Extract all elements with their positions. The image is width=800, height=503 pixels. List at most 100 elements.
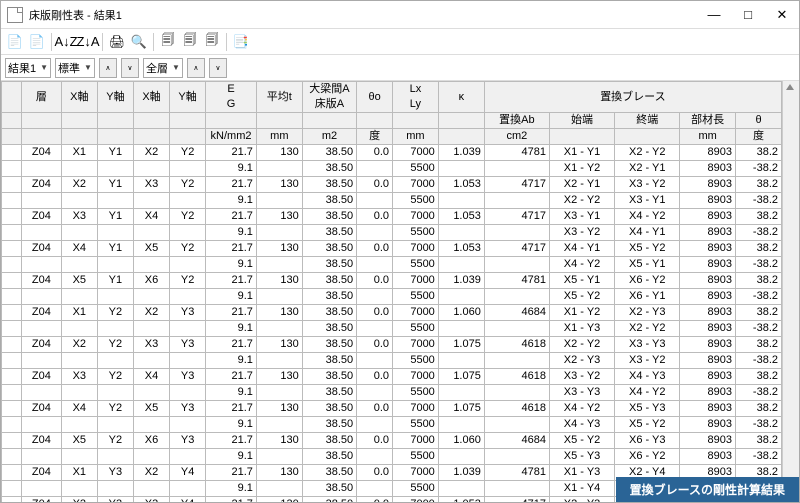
- cell: 4684: [484, 305, 549, 321]
- cell: 38.50: [302, 497, 356, 503]
- cell: [21, 353, 61, 369]
- table-row[interactable]: 9.138.505500X2 - Y2X3 - Y18903-38.2: [2, 193, 782, 209]
- spin-down-1[interactable]: ∨: [121, 58, 139, 78]
- table-row[interactable]: Z04X5Y2X6Y321.713038.500.070001.0604684X…: [2, 433, 782, 449]
- cell: [133, 385, 169, 401]
- cell: [484, 225, 549, 241]
- close-button[interactable]: ✕: [765, 1, 799, 29]
- table-row[interactable]: Z04X4Y1X5Y221.713038.500.070001.0534717X…: [2, 241, 782, 257]
- minimize-button[interactable]: —: [697, 1, 731, 29]
- toolbar-button[interactable]: 📑: [231, 32, 251, 52]
- cell: 38.2: [736, 241, 782, 257]
- cell: X4: [133, 209, 169, 225]
- result-select[interactable]: 結果1▼: [5, 58, 51, 78]
- column-header: [256, 113, 302, 129]
- cell: 1.053: [438, 497, 484, 503]
- column-header: EG: [206, 82, 257, 113]
- cell: [97, 225, 133, 241]
- spin-down-2[interactable]: ∨: [209, 58, 227, 78]
- cell: 21.7: [206, 305, 257, 321]
- column-header: X軸: [61, 82, 97, 113]
- cell: [97, 257, 133, 273]
- cell: 38.50: [302, 321, 356, 337]
- cell: [170, 193, 206, 209]
- table-row[interactable]: Z04X3Y2X4Y321.713038.500.070001.0754618X…: [2, 369, 782, 385]
- cell: Z04: [21, 305, 61, 321]
- table-row[interactable]: Z04X1Y1X2Y221.713038.500.070001.0394781X…: [2, 145, 782, 161]
- cell: 38.50: [302, 257, 356, 273]
- cell: 38.2: [736, 369, 782, 385]
- table-row[interactable]: Z04X2Y2X3Y321.713038.500.070001.0754618X…: [2, 337, 782, 353]
- column-header: mm: [680, 129, 736, 145]
- toolbar-button[interactable]: 🗐: [180, 32, 200, 52]
- column-header: mm: [256, 129, 302, 145]
- cell: [61, 257, 97, 273]
- cell: 38.50: [302, 417, 356, 433]
- cell: 9.1: [206, 289, 257, 305]
- table-row[interactable]: 9.138.505500X1 - Y3X2 - Y28903-38.2: [2, 321, 782, 337]
- column-header: [206, 113, 257, 129]
- cell: 38.2: [736, 433, 782, 449]
- toolbar-button[interactable]: A↓Z: [56, 32, 76, 52]
- cell: X3 - Y3: [549, 385, 614, 401]
- column-header: 始端: [549, 113, 614, 129]
- table-row[interactable]: 9.138.505500X5 - Y2X6 - Y18903-38.2: [2, 289, 782, 305]
- cell: X1 - Y3: [549, 321, 614, 337]
- cell: 4717: [484, 209, 549, 225]
- cell: 4717: [484, 497, 549, 503]
- toolbar-button[interactable]: 📄: [5, 32, 25, 52]
- cell: X5 - Y1: [615, 257, 680, 273]
- table-row[interactable]: 9.138.505500X2 - Y3X3 - Y28903-38.2: [2, 353, 782, 369]
- cell: 9.1: [206, 257, 257, 273]
- spin-up-1[interactable]: ∧: [99, 58, 117, 78]
- table-row[interactable]: 9.138.505500X4 - Y2X5 - Y18903-38.2: [2, 257, 782, 273]
- cell: 9.1: [206, 353, 257, 369]
- table-row[interactable]: 9.138.505500X3 - Y2X4 - Y18903-38.2: [2, 225, 782, 241]
- column-header: [170, 129, 206, 145]
- toolbar-button[interactable]: 🖨: [107, 32, 127, 52]
- column-header: [2, 82, 22, 113]
- cell: X1: [61, 465, 97, 481]
- toolbar-button[interactable]: 📄: [27, 32, 47, 52]
- cell: [133, 353, 169, 369]
- cell: Z04: [21, 145, 61, 161]
- column-header: [549, 129, 614, 145]
- cell: 9.1: [206, 161, 257, 177]
- table-row[interactable]: 9.138.505500X4 - Y3X5 - Y28903-38.2: [2, 417, 782, 433]
- standard-select[interactable]: 標準▼: [55, 58, 95, 78]
- cell: 8903: [680, 145, 736, 161]
- cell: 8903: [680, 353, 736, 369]
- maximize-button[interactable]: □: [731, 1, 765, 29]
- table-row[interactable]: Z04X4Y2X5Y321.713038.500.070001.0754618X…: [2, 401, 782, 417]
- cell: 130: [256, 497, 302, 503]
- vertical-scrollbar[interactable]: [782, 81, 799, 502]
- cell: X2 - Y2: [549, 193, 614, 209]
- column-header: mm: [393, 129, 439, 145]
- cell: X3 - Y3: [615, 337, 680, 353]
- table-row[interactable]: Z04X3Y1X4Y221.713038.500.070001.0534717X…: [2, 209, 782, 225]
- spin-up-2[interactable]: ∧: [187, 58, 205, 78]
- caption-bar: 置換ブレースの剛性計算結果: [616, 477, 799, 502]
- grid-body[interactable]: 層X軸Y軸X軸Y軸EG平均t大梁間A床版AθoLxLyκ置換ブレース置換Ab始端…: [1, 81, 782, 502]
- table-row[interactable]: 9.138.505500X5 - Y3X6 - Y28903-38.2: [2, 449, 782, 465]
- cell: 130: [256, 369, 302, 385]
- toolbar-button[interactable]: 🗐: [158, 32, 178, 52]
- toolbar-button[interactable]: 🔍: [129, 32, 149, 52]
- toolbar-button[interactable]: 🗐: [202, 32, 222, 52]
- cell: 8903: [680, 433, 736, 449]
- layer-select[interactable]: 全層▼: [143, 58, 183, 78]
- cell: [97, 321, 133, 337]
- table-row[interactable]: 9.138.505500X1 - Y2X2 - Y18903-38.2: [2, 161, 782, 177]
- cell: 0.0: [357, 305, 393, 321]
- table-row[interactable]: Z04X5Y1X6Y221.713038.500.070001.0394781X…: [2, 273, 782, 289]
- cell: [357, 321, 393, 337]
- cell: 1.053: [438, 241, 484, 257]
- cell: Y1: [97, 177, 133, 193]
- table-row[interactable]: Z04X1Y2X2Y321.713038.500.070001.0604684X…: [2, 305, 782, 321]
- table-row[interactable]: 9.138.505500X3 - Y3X4 - Y28903-38.2: [2, 385, 782, 401]
- cell: [61, 289, 97, 305]
- cell: 9.1: [206, 193, 257, 209]
- cell: 21.7: [206, 465, 257, 481]
- toolbar-button[interactable]: Z↓A: [78, 32, 98, 52]
- table-row[interactable]: Z04X2Y1X3Y221.713038.500.070001.0534717X…: [2, 177, 782, 193]
